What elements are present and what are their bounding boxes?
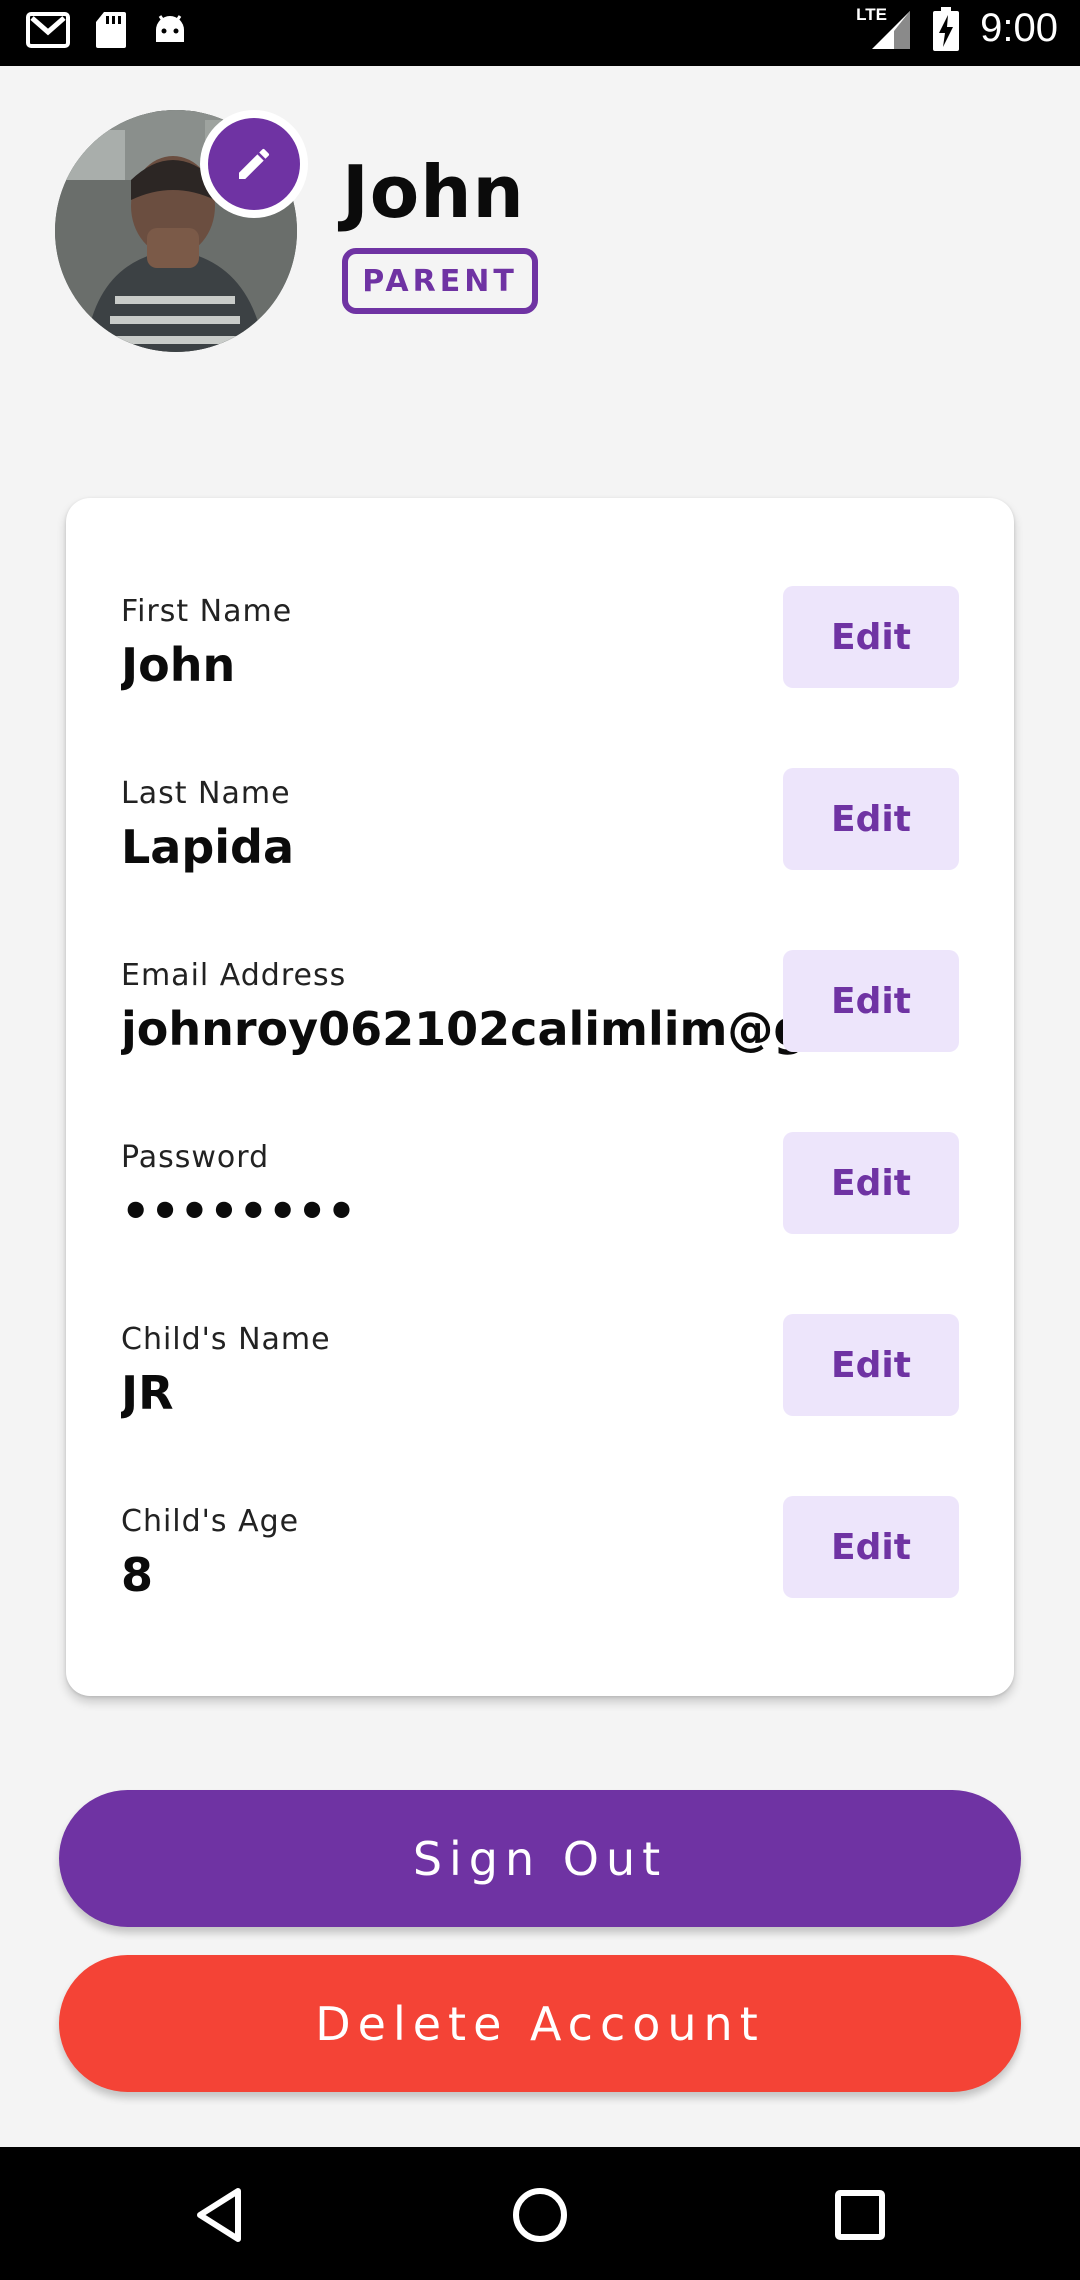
system-icons: LTE 9:00 xyxy=(856,5,1058,51)
field-password: Password •••••••• Edit xyxy=(66,1132,1014,1252)
account-info-card: First Name John Edit Last Name Lapida Ed… xyxy=(66,498,1014,1696)
edit-password-button[interactable]: Edit xyxy=(783,1132,959,1234)
field-value: JR xyxy=(121,1366,174,1420)
status-time: 9:00 xyxy=(980,6,1058,50)
field-value: •••••••• xyxy=(121,1184,357,1238)
gmail-icon xyxy=(26,12,70,48)
edit-avatar-button[interactable] xyxy=(200,110,308,218)
back-icon[interactable] xyxy=(188,2183,252,2247)
notification-icons xyxy=(26,10,188,50)
profile-header: John PARENT xyxy=(0,66,1080,366)
status-bar: LTE 9:00 xyxy=(0,0,1080,66)
home-icon[interactable] xyxy=(508,2183,572,2247)
battery-charging-icon xyxy=(933,6,960,51)
edit-child-name-button[interactable]: Edit xyxy=(783,1314,959,1416)
field-label: Child's Age xyxy=(121,1504,300,1539)
field-label: Email Address xyxy=(121,958,347,993)
field-last-name: Last Name Lapida Edit xyxy=(66,768,1014,888)
recents-icon[interactable] xyxy=(828,2183,892,2247)
edit-avatar-circle xyxy=(208,118,300,210)
edit-child-age-button[interactable]: Edit xyxy=(783,1496,959,1598)
field-value: 8 xyxy=(121,1548,154,1602)
signal-icon: LTE xyxy=(856,5,912,51)
edit-last-name-button[interactable]: Edit xyxy=(783,768,959,870)
field-label: First Name xyxy=(121,594,293,629)
sd-card-icon xyxy=(96,12,126,48)
field-value: John xyxy=(121,638,236,692)
field-value: Lapida xyxy=(121,820,295,874)
field-child-age: Child's Age 8 Edit xyxy=(66,1496,1014,1616)
field-email: Email Address johnroy062102calimlim@g Ed… xyxy=(66,950,1014,1070)
field-value: johnroy062102calimlim@g xyxy=(121,1002,807,1056)
field-first-name: First Name John Edit xyxy=(66,586,1014,706)
delete-account-button[interactable]: Delete Account xyxy=(59,1955,1021,2092)
pencil-icon xyxy=(239,148,270,179)
field-child-name: Child's Name JR Edit xyxy=(66,1314,1014,1434)
android-icon xyxy=(156,15,184,42)
sign-out-button[interactable]: Sign Out xyxy=(59,1790,1021,1927)
field-label: Last Name xyxy=(121,776,291,811)
field-label: Child's Name xyxy=(121,1322,331,1357)
edit-first-name-button[interactable]: Edit xyxy=(783,586,959,688)
field-label: Password xyxy=(121,1140,270,1175)
edit-email-button[interactable]: Edit xyxy=(783,950,959,1052)
role-badge: PARENT xyxy=(342,248,538,314)
profile-name: John xyxy=(342,150,525,234)
navigation-bar xyxy=(0,2147,1080,2280)
